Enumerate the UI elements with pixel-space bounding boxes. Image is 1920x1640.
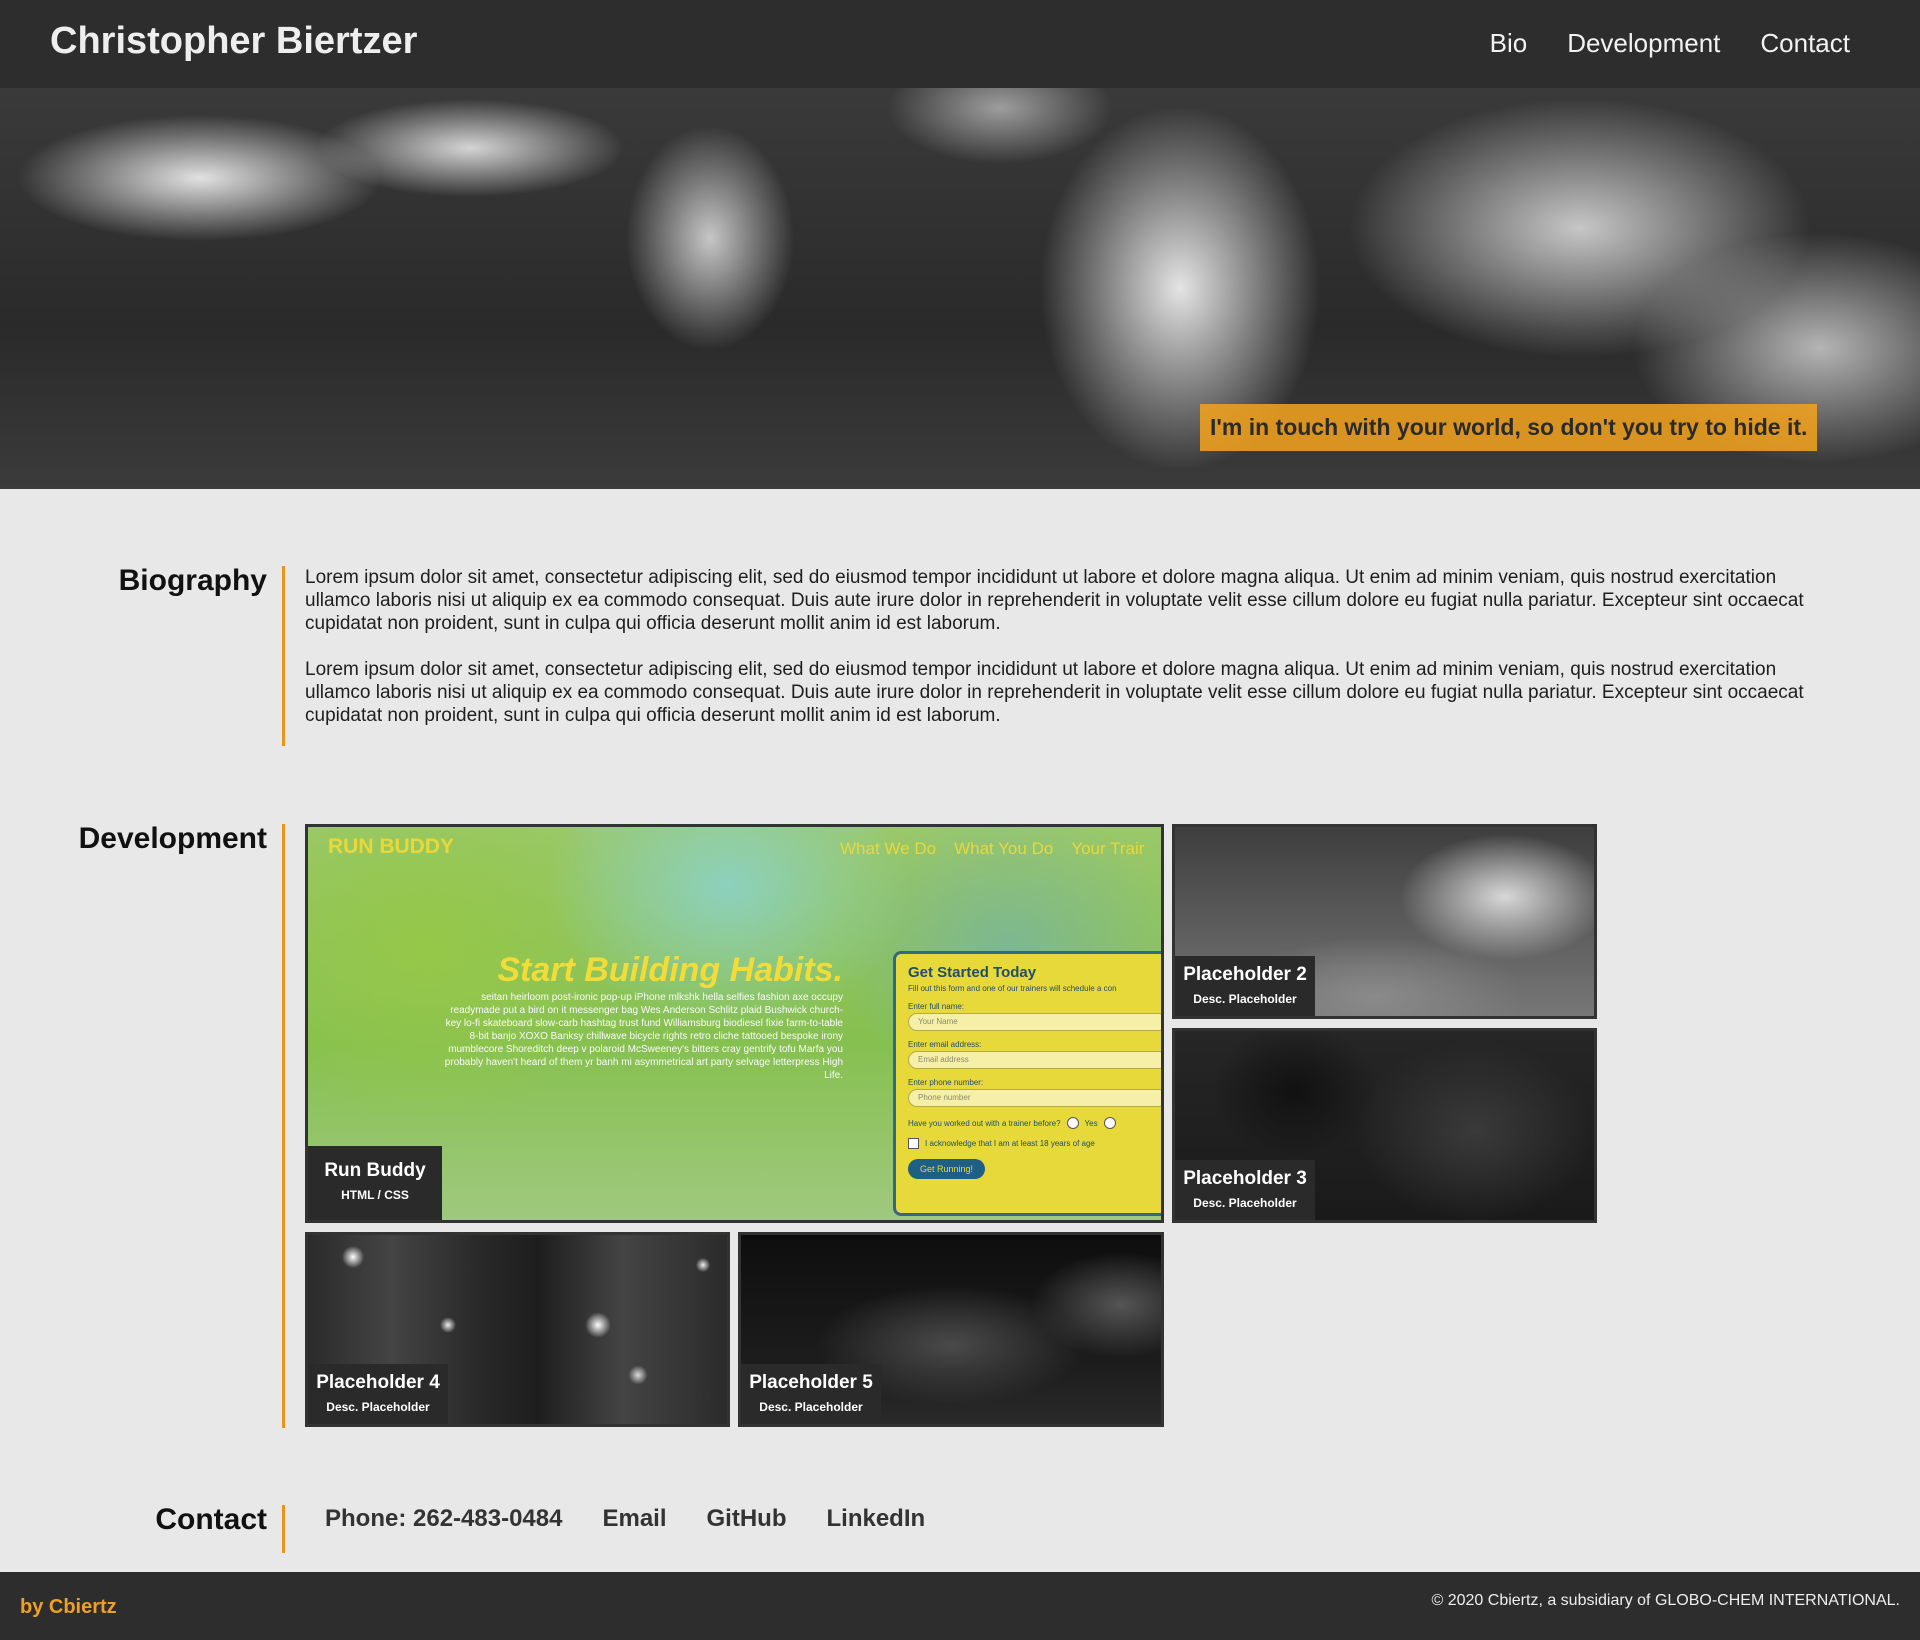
project-placeholder-4[interactable]: Placeholder 4 Desc. Placeholder <box>305 1232 730 1427</box>
development-heading: Development <box>78 822 267 855</box>
rb-email-label: Enter email address: <box>908 1040 982 1049</box>
rb-name-label: Enter full name: <box>908 1002 965 1011</box>
main-nav: Bio Development Contact <box>1490 28 1850 59</box>
rb-nav-item: Your Trair <box>1071 839 1145 858</box>
project-label: Placeholder 3 Desc. Placeholder <box>1175 1160 1315 1220</box>
contact-linkedin-link[interactable]: LinkedIn <box>826 1505 925 1533</box>
project-placeholder-5[interactable]: Placeholder 5 Desc. Placeholder <box>738 1232 1164 1427</box>
project-desc: Desc. Placeholder <box>1193 992 1297 1006</box>
nav-bio[interactable]: Bio <box>1490 28 1528 59</box>
nav-contact[interactable]: Contact <box>1760 28 1850 59</box>
biography-text: Lorem ipsum dolor sit amet, consectetur … <box>305 566 1805 727</box>
site-footer: by Cbiertz © 2020 Cbiertz, a subsidiary … <box>0 1572 1920 1640</box>
rb-copy: seitan heirloom post-ironic pop-up iPhon… <box>444 992 843 1081</box>
contact-github-link[interactable]: GitHub <box>707 1505 787 1533</box>
project-label: Run Buddy HTML / CSS <box>308 1146 442 1220</box>
footer-byline: by Cbiertz <box>20 1596 117 1618</box>
rb-radio-icon <box>1066 1117 1079 1129</box>
nav-development[interactable]: Development <box>1567 28 1720 59</box>
project-placeholder-2[interactable]: Placeholder 2 Desc. Placeholder <box>1172 824 1597 1019</box>
project-label: Placeholder 4 Desc. Placeholder <box>308 1364 448 1424</box>
rb-go-button: Get Running! <box>908 1159 986 1179</box>
contact-rule <box>282 1505 285 1553</box>
rb-question: Have you worked out with a trainer befor… <box>908 1117 1161 1129</box>
rb-form-title: Get Started Today <box>908 964 1037 981</box>
rb-nav-item: What We Do <box>840 839 937 858</box>
rb-name-field: Your Name <box>908 1013 1161 1031</box>
rb-radio-icon <box>1103 1117 1116 1129</box>
contact-phone[interactable]: Phone: 262-483-0484 <box>325 1505 562 1533</box>
project-desc: Desc. Placeholder <box>1193 1196 1297 1210</box>
project-desc: Desc. Placeholder <box>759 1400 863 1414</box>
contact-links: Phone: 262-483-0484 Email GitHub LinkedI… <box>325 1505 925 1533</box>
project-placeholder-3[interactable]: Placeholder 3 Desc. Placeholder <box>1172 1028 1597 1223</box>
rb-phone-field: Phone number <box>908 1089 1161 1107</box>
project-run-buddy[interactable]: RUN BUDDY What We Do What You Do Your Tr… <box>305 824 1164 1223</box>
rb-form-sub: Fill out this form and one of our traine… <box>908 984 1117 993</box>
rb-yes-label: Yes <box>1084 1118 1098 1128</box>
bio-paragraph: Lorem ipsum dolor sit amet, consectetur … <box>305 567 1804 634</box>
rb-nav: What We Do What You Do Your Trair <box>840 839 1144 859</box>
rb-headline: Start Building Habits. <box>497 951 843 989</box>
hero-banner: I'm in touch with your world, so don't y… <box>0 88 1920 489</box>
rb-logo: RUN BUDDY <box>328 835 454 858</box>
footer-copyright: © 2020 Cbiertz, a subsidiary of GLOBO-CH… <box>1431 1592 1900 1609</box>
rb-question-text: Have you worked out with a trainer befor… <box>908 1118 1061 1128</box>
development-rule <box>282 824 285 1428</box>
project-desc: Desc. Placeholder <box>326 1400 430 1414</box>
site-header: Christopher Biertzer Bio Development Con… <box>0 0 1920 88</box>
project-title: Placeholder 3 <box>1183 1168 1307 1189</box>
project-title: Run Buddy <box>324 1160 426 1181</box>
rb-signup-form: Get Started Today Fill out this form and… <box>893 951 1161 1216</box>
project-title: Placeholder 2 <box>1183 964 1307 985</box>
site-title[interactable]: Christopher Biertzer <box>50 20 417 63</box>
rb-nav-item: What You Do <box>954 839 1054 858</box>
project-desc: HTML / CSS <box>341 1188 409 1202</box>
rb-email-field: Email address <box>908 1051 1161 1069</box>
project-label: Placeholder 2 Desc. Placeholder <box>1175 956 1315 1016</box>
bio-paragraph: Lorem ipsum dolor sit amet, consectetur … <box>305 659 1804 726</box>
hero-tagline: I'm in touch with your world, so don't y… <box>1200 404 1818 451</box>
contact-email-link[interactable]: Email <box>602 1505 666 1533</box>
biography-rule <box>282 566 285 746</box>
rb-ack: I acknowledge that I am at least 18 year… <box>908 1138 1161 1149</box>
rb-phone-label: Enter phone number: <box>908 1078 984 1087</box>
rb-ack-text: I acknowledge that I am at least 18 year… <box>925 1139 1095 1148</box>
project-label: Placeholder 5 Desc. Placeholder <box>741 1364 881 1424</box>
project-title: Placeholder 4 <box>316 1372 440 1393</box>
biography-heading: Biography <box>118 564 267 597</box>
rb-checkbox-icon <box>908 1138 919 1149</box>
contact-heading: Contact <box>155 1503 267 1536</box>
project-title: Placeholder 5 <box>749 1372 873 1393</box>
